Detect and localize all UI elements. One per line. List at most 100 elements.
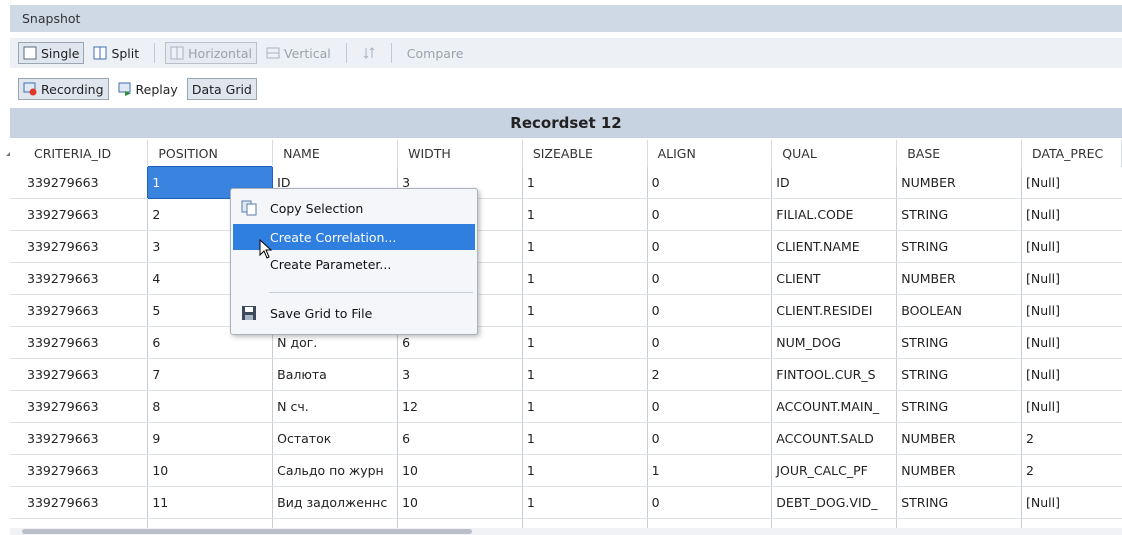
table-cell[interactable]: 1	[521, 230, 648, 263]
table-cell[interactable]: 339279663	[10, 518, 148, 528]
column-header[interactable]: CRITERIA_ID	[10, 140, 149, 167]
table-cell[interactable]: [Null]	[1020, 230, 1122, 263]
horizontal-scrollbar[interactable]	[10, 528, 1122, 535]
table-cell[interactable]: N сч.	[272, 390, 398, 423]
table-cell[interactable]: STRING	[896, 326, 1022, 359]
table-cell[interactable]: 2	[1020, 454, 1122, 487]
table-cell[interactable]: BOOLEAN	[896, 294, 1022, 327]
table-cell[interactable]: CLIENT.RESIDEI	[771, 294, 897, 327]
table-cell[interactable]: 0	[646, 198, 772, 231]
vertical-button[interactable]: Vertical	[261, 42, 336, 64]
table-cell[interactable]: 10	[397, 454, 523, 487]
table-row[interactable]: 339279663 10 Сальдо по журн 10 1 1 JOUR_CALC_P…	[10, 454, 1122, 487]
table-cell[interactable]: 8	[147, 390, 273, 423]
single-button[interactable]: Single	[18, 42, 85, 64]
column-header[interactable]: BASE	[896, 140, 1022, 167]
table-cell[interactable]: 9	[147, 422, 273, 455]
table-cell[interactable]: NUMBER	[896, 518, 1022, 528]
table-cell[interactable]: ACCOUNT.MAIN_	[771, 390, 897, 423]
table-cell[interactable]: NUMBER	[896, 262, 1022, 295]
table-cell[interactable]: Остаток	[272, 422, 398, 455]
table-cell[interactable]: 10	[397, 518, 523, 528]
table-cell[interactable]: NUMBER	[896, 454, 1022, 487]
column-header[interactable]: DATA_PREC	[1021, 140, 1122, 167]
tab-recording[interactable]: Recording	[18, 78, 109, 100]
table-row[interactable]: 33927966312Счет1011DEBT_DOG.SUINUMBER2	[10, 518, 1122, 528]
table-cell[interactable]: 1	[521, 454, 648, 487]
column-header[interactable]: QUAL	[771, 140, 898, 167]
column-header[interactable]: SIZEABLE	[522, 140, 648, 167]
table-cell[interactable]: Вид задолженнс	[272, 486, 398, 519]
table-cell[interactable]: 0	[646, 166, 772, 199]
data-grid[interactable]: CRITERIA_ID POSITION NAME WIDTH SIZEABLE ALIG…	[10, 140, 1122, 528]
table-cell[interactable]: 1	[521, 198, 648, 231]
tab-replay[interactable]: Replay	[113, 78, 183, 100]
tab-data-grid[interactable]: Data Grid	[186, 78, 257, 100]
table-cell[interactable]: 1	[521, 326, 648, 359]
horizontal-button[interactable]: Horizontal	[165, 42, 257, 64]
table-row[interactable]: 339279663 6 N дог. 6 1 0 NUM_DOG STRING [Null]	[10, 326, 1122, 359]
table-cell[interactable]: STRING	[896, 198, 1022, 231]
split-button[interactable]: Split	[88, 42, 144, 64]
table-cell[interactable]: 7	[147, 358, 273, 391]
table-cell[interactable]: 339279663	[10, 390, 148, 423]
table-cell[interactable]: 339279663	[10, 454, 148, 487]
table-cell[interactable]: 339279663	[10, 262, 148, 295]
table-cell[interactable]: 0	[646, 486, 772, 519]
scrollbar-thumb[interactable]	[22, 529, 472, 534]
table-cell[interactable]: NUM_DOG	[771, 326, 897, 359]
table-cell[interactable]: STRING	[896, 486, 1022, 519]
table-cell[interactable]: 339279663	[10, 198, 148, 231]
table-cell[interactable]: 1	[646, 518, 772, 528]
table-cell[interactable]: [Null]	[1020, 166, 1122, 199]
table-cell[interactable]: 1	[521, 518, 648, 528]
table-row[interactable]: 339279663 11 Вид задолженнс 10 1 0 DEBT_DOG.VI…	[10, 486, 1122, 519]
table-cell[interactable]: NUMBER	[896, 422, 1022, 455]
table-cell[interactable]: 11	[147, 486, 273, 519]
table-row[interactable]: 339279663 8 N сч. 12 1 0 ACCOUNT.MAIN_ STRING [N…	[10, 390, 1122, 423]
table-cell[interactable]: 1	[521, 358, 648, 391]
table-cell[interactable]: Сальдо по журн	[272, 454, 398, 487]
table-cell[interactable]: [Null]	[1020, 486, 1122, 519]
table-cell[interactable]: CLIENT.NAME	[771, 230, 897, 263]
table-cell[interactable]: STRING	[896, 390, 1022, 423]
table-cell[interactable]: 1	[521, 294, 648, 327]
column-header[interactable]: POSITION	[147, 140, 274, 167]
table-cell[interactable]: 12	[397, 390, 523, 423]
compare-button[interactable]: Compare	[402, 42, 469, 64]
table-cell[interactable]: 0	[646, 294, 772, 327]
table-cell[interactable]: 0	[646, 390, 772, 423]
table-cell[interactable]: NUMBER	[896, 166, 1022, 199]
table-cell[interactable]: 339279663	[10, 358, 148, 391]
table-cell[interactable]: DEBT_DOG.VID_	[771, 486, 897, 519]
table-row[interactable]: 339279663 2 1 0 FILIAL.CODE STRING [Null]	[10, 198, 1122, 231]
table-cell[interactable]: 1	[521, 486, 648, 519]
column-header[interactable]: NAME	[272, 140, 399, 167]
table-cell[interactable]: [Null]	[1020, 358, 1122, 391]
menu-item-save-grid-to-file[interactable]: Save Grid to File	[233, 300, 475, 326]
table-cell[interactable]: DEBT_DOG.SUI	[771, 518, 897, 528]
swap-button[interactable]	[357, 42, 381, 64]
table-cell[interactable]: 339279663	[10, 486, 148, 519]
table-cell[interactable]: Валюта	[272, 358, 398, 391]
table-cell[interactable]: [Null]	[1020, 390, 1122, 423]
table-cell[interactable]: STRING	[896, 358, 1022, 391]
table-cell[interactable]: 3	[397, 358, 523, 391]
table-cell[interactable]: [Null]	[1020, 294, 1122, 327]
table-cell[interactable]: CLIENT	[771, 262, 897, 295]
table-cell[interactable]: 10	[397, 486, 523, 519]
table-cell[interactable]: ID	[771, 166, 897, 199]
table-cell[interactable]: FILIAL.CODE	[771, 198, 897, 231]
table-cell[interactable]: 0	[646, 262, 772, 295]
table-cell[interactable]: 1	[521, 422, 648, 455]
table-cell[interactable]: 1	[646, 454, 772, 487]
table-cell[interactable]: 0	[646, 230, 772, 263]
table-cell[interactable]: 0	[646, 326, 772, 359]
table-row[interactable]: 339279663 3 1 0 CLIENT.NAME STRING [Null]	[10, 230, 1122, 263]
table-cell[interactable]: 1	[521, 390, 648, 423]
table-cell[interactable]: 2	[646, 358, 772, 391]
table-cell[interactable]: 1	[521, 262, 648, 295]
table-cell[interactable]: Счет	[272, 518, 398, 528]
table-cell[interactable]: STRING	[896, 230, 1022, 263]
table-cell[interactable]: 1	[521, 166, 648, 199]
